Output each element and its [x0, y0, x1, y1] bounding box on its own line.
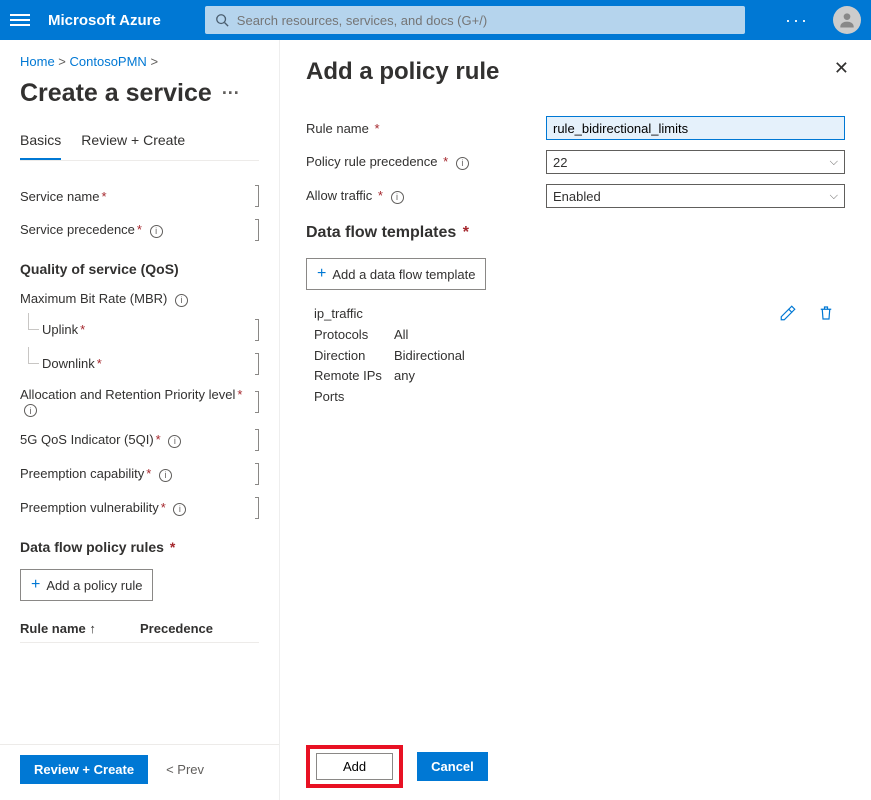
- search-icon: [215, 13, 229, 27]
- add-button-highlight: Add: [306, 745, 403, 788]
- page-title: Create a service: [20, 79, 212, 108]
- add-button[interactable]: Add: [316, 753, 393, 780]
- delete-icon[interactable]: [817, 304, 835, 408]
- add-template-button[interactable]: +Add a data flow template: [306, 258, 486, 290]
- label-allow-traffic: Allow traffic: [306, 188, 372, 203]
- search-input[interactable]: [237, 13, 735, 28]
- tab-review[interactable]: Review + Create: [81, 126, 185, 160]
- col-rule-name: Rule name: [20, 621, 86, 636]
- tab-basics[interactable]: Basics: [20, 126, 61, 160]
- panel-footer: Add Cancel: [306, 745, 488, 788]
- label-5qi: 5G QoS Indicator (5QI): [20, 432, 154, 447]
- info-icon[interactable]: i: [159, 469, 172, 482]
- info-icon[interactable]: i: [456, 157, 469, 170]
- rules-table-header: Rule name ↑ Precedence: [20, 621, 259, 643]
- label-rule-precedence: Policy rule precedence: [306, 154, 438, 169]
- allow-traffic-select[interactable]: Enabled⌵: [546, 184, 845, 208]
- info-icon[interactable]: i: [175, 294, 188, 307]
- uplink-input[interactable]: [255, 319, 259, 341]
- breadcrumb-home[interactable]: Home: [20, 54, 55, 69]
- breadcrumb: Home > ContosoPMN >: [20, 54, 259, 69]
- side-panel: ✕ Add a policy rule Rule name * Policy r…: [280, 40, 871, 800]
- blade-footer: Review + Create < Prev: [0, 744, 279, 794]
- label-arp: Allocation and Retention Priority level: [20, 387, 235, 402]
- info-icon[interactable]: i: [173, 503, 186, 516]
- review-create-button[interactable]: Review + Create: [20, 755, 148, 784]
- info-icon[interactable]: i: [150, 225, 163, 238]
- templates-heading: Data flow templates: [306, 224, 456, 241]
- info-icon[interactable]: i: [24, 404, 37, 417]
- close-icon[interactable]: ✕: [834, 58, 849, 79]
- downlink-input[interactable]: [255, 353, 259, 375]
- plus-icon: +: [31, 576, 40, 594]
- breadcrumb-parent[interactable]: ContosoPMN: [70, 54, 147, 69]
- label-service-name: Service name: [20, 189, 99, 204]
- rule-name-input[interactable]: [546, 116, 845, 140]
- rules-heading: Data flow policy rules: [20, 539, 164, 555]
- menu-icon[interactable]: [10, 11, 30, 29]
- label-preempt-cap: Preemption capability: [20, 466, 144, 481]
- overflow-icon[interactable]: ···: [785, 10, 809, 31]
- qos5g-input[interactable]: [255, 429, 259, 451]
- qos-heading: Quality of service (QoS): [20, 261, 259, 277]
- template-item: ip_traffic ProtocolsAll DirectionBidirec…: [314, 304, 845, 408]
- info-icon[interactable]: i: [168, 435, 181, 448]
- add-policy-rule-button[interactable]: +Add a policy rule: [20, 569, 153, 601]
- label-uplink: Uplink: [42, 322, 78, 337]
- chevron-down-icon: ⌵: [830, 156, 838, 169]
- previous-button[interactable]: < Prev: [158, 755, 212, 784]
- template-name: ip_traffic: [314, 304, 779, 325]
- label-preempt-vul: Preemption vulnerability: [20, 500, 159, 515]
- arp-input[interactable]: [255, 391, 259, 413]
- more-icon[interactable]: ···: [222, 83, 240, 104]
- brand: Microsoft Azure: [48, 12, 161, 29]
- topbar: Microsoft Azure ···: [0, 0, 871, 40]
- label-service-precedence: Service precedence: [20, 222, 135, 237]
- cancel-button[interactable]: Cancel: [417, 752, 488, 781]
- label-rule-name: Rule name: [306, 121, 369, 136]
- tabs: Basics Review + Create: [20, 126, 259, 161]
- info-icon[interactable]: i: [391, 191, 404, 204]
- plus-icon: +: [317, 265, 326, 283]
- precedence-select[interactable]: 22⌵: [546, 150, 845, 174]
- service-precedence-input[interactable]: [255, 219, 259, 241]
- service-name-input[interactable]: [255, 185, 259, 207]
- label-mbr: Maximum Bit Rate (MBR): [20, 291, 167, 306]
- label-downlink: Downlink: [42, 356, 95, 371]
- avatar[interactable]: [833, 6, 861, 34]
- panel-title: Add a policy rule: [306, 58, 845, 86]
- preempt-cap-input[interactable]: [255, 463, 259, 485]
- main-blade: Home > ContosoPMN > Create a service ···…: [0, 40, 280, 800]
- preempt-vul-input[interactable]: [255, 497, 259, 519]
- search-box[interactable]: [205, 6, 745, 34]
- col-precedence: Precedence: [140, 621, 213, 636]
- chevron-down-icon: ⌵: [830, 190, 838, 203]
- edit-icon[interactable]: [779, 304, 797, 408]
